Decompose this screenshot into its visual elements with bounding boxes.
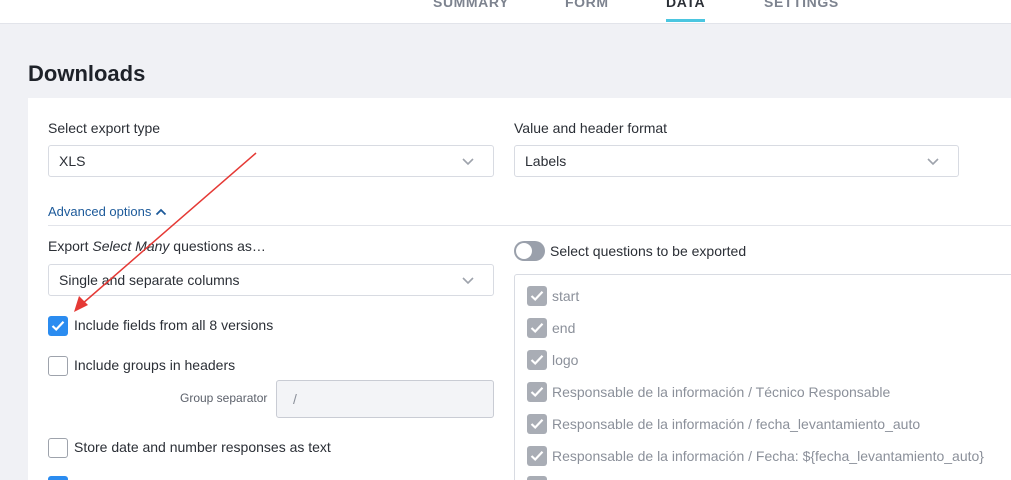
check-icon — [530, 419, 544, 430]
question-label: Responsable de la información / Fecha: $… — [552, 448, 984, 464]
export-type-select[interactable]: XLS — [48, 145, 494, 177]
question-checkbox[interactable] — [527, 446, 547, 466]
select-questions-label: Select questions to be exported — [550, 243, 747, 259]
chevron-up-icon — [156, 208, 167, 215]
question-checkbox[interactable] — [527, 414, 547, 434]
include-versions-label: Include fields from all 8 versions — [74, 317, 274, 333]
tab-summary[interactable]: SUMMARY — [433, 0, 509, 22]
question-label: Responsable de la información / fecha_le… — [552, 416, 921, 432]
check-icon — [530, 291, 544, 302]
select-many-label-suffix: questions as… — [169, 238, 266, 254]
tab-form[interactable]: FORM — [565, 0, 609, 22]
question-checkbox[interactable] — [527, 318, 547, 338]
store-as-text-checkbox[interactable] — [48, 438, 68, 458]
export-type-label: Select export type — [48, 120, 161, 136]
format-select[interactable]: Labels — [514, 145, 959, 177]
group-separator-label: Group separator — [180, 391, 268, 405]
select-many-value: Single and separate columns — [59, 272, 240, 288]
page-title: Downloads — [28, 61, 146, 86]
chevron-down-icon — [462, 158, 474, 166]
question-label: Responsable de la información / Técnico … — [552, 384, 891, 400]
check-icon — [530, 355, 544, 366]
check-icon — [530, 387, 544, 398]
check-icon — [530, 451, 544, 462]
question-checkbox[interactable] — [527, 382, 547, 402]
select-many-label-em: Select Many — [92, 238, 170, 254]
select-many-label: Export Select Many questions as… — [48, 238, 266, 254]
include-groups-label: Include groups in headers — [74, 357, 236, 373]
question-checkbox[interactable] — [527, 286, 547, 306]
top-nav: SUMMARY FORM DATA SETTINGS — [0, 0, 1011, 24]
chevron-down-icon — [927, 158, 939, 166]
question-label: start — [552, 288, 580, 304]
check-icon — [530, 323, 544, 334]
select-many-select[interactable]: Single and separate columns — [48, 264, 494, 296]
store-as-text-label: Store date and number responses as text — [74, 439, 331, 455]
include-groups-checkbox[interactable] — [48, 356, 68, 376]
tab-data-label: DATA — [666, 0, 706, 10]
question-checkbox[interactable] — [527, 476, 547, 480]
export-type-value: XLS — [59, 153, 86, 169]
question-label: end — [552, 320, 576, 336]
group-separator-value: / — [293, 391, 297, 407]
question-checkbox[interactable] — [527, 350, 547, 370]
include-versions-checkbox[interactable] — [48, 316, 68, 336]
advanced-options-toggle[interactable]: Advanced options — [48, 204, 167, 219]
advanced-options-label: Advanced options — [48, 204, 152, 219]
group-separator-input[interactable]: / — [276, 380, 494, 418]
active-tab-indicator — [666, 19, 706, 22]
format-value: Labels — [525, 153, 567, 169]
check-icon — [51, 321, 65, 332]
format-label: Value and header format — [514, 120, 668, 136]
divider — [48, 225, 1011, 226]
next-option-checkbox[interactable] — [48, 476, 68, 480]
select-many-label-prefix: Export — [48, 238, 93, 254]
chevron-down-icon — [462, 277, 474, 285]
select-questions-toggle[interactable] — [514, 241, 545, 261]
tab-settings[interactable]: SETTINGS — [764, 0, 839, 22]
question-label: logo — [552, 352, 579, 368]
tab-data[interactable]: DATA — [666, 0, 706, 22]
toggle-knob — [516, 243, 532, 259]
